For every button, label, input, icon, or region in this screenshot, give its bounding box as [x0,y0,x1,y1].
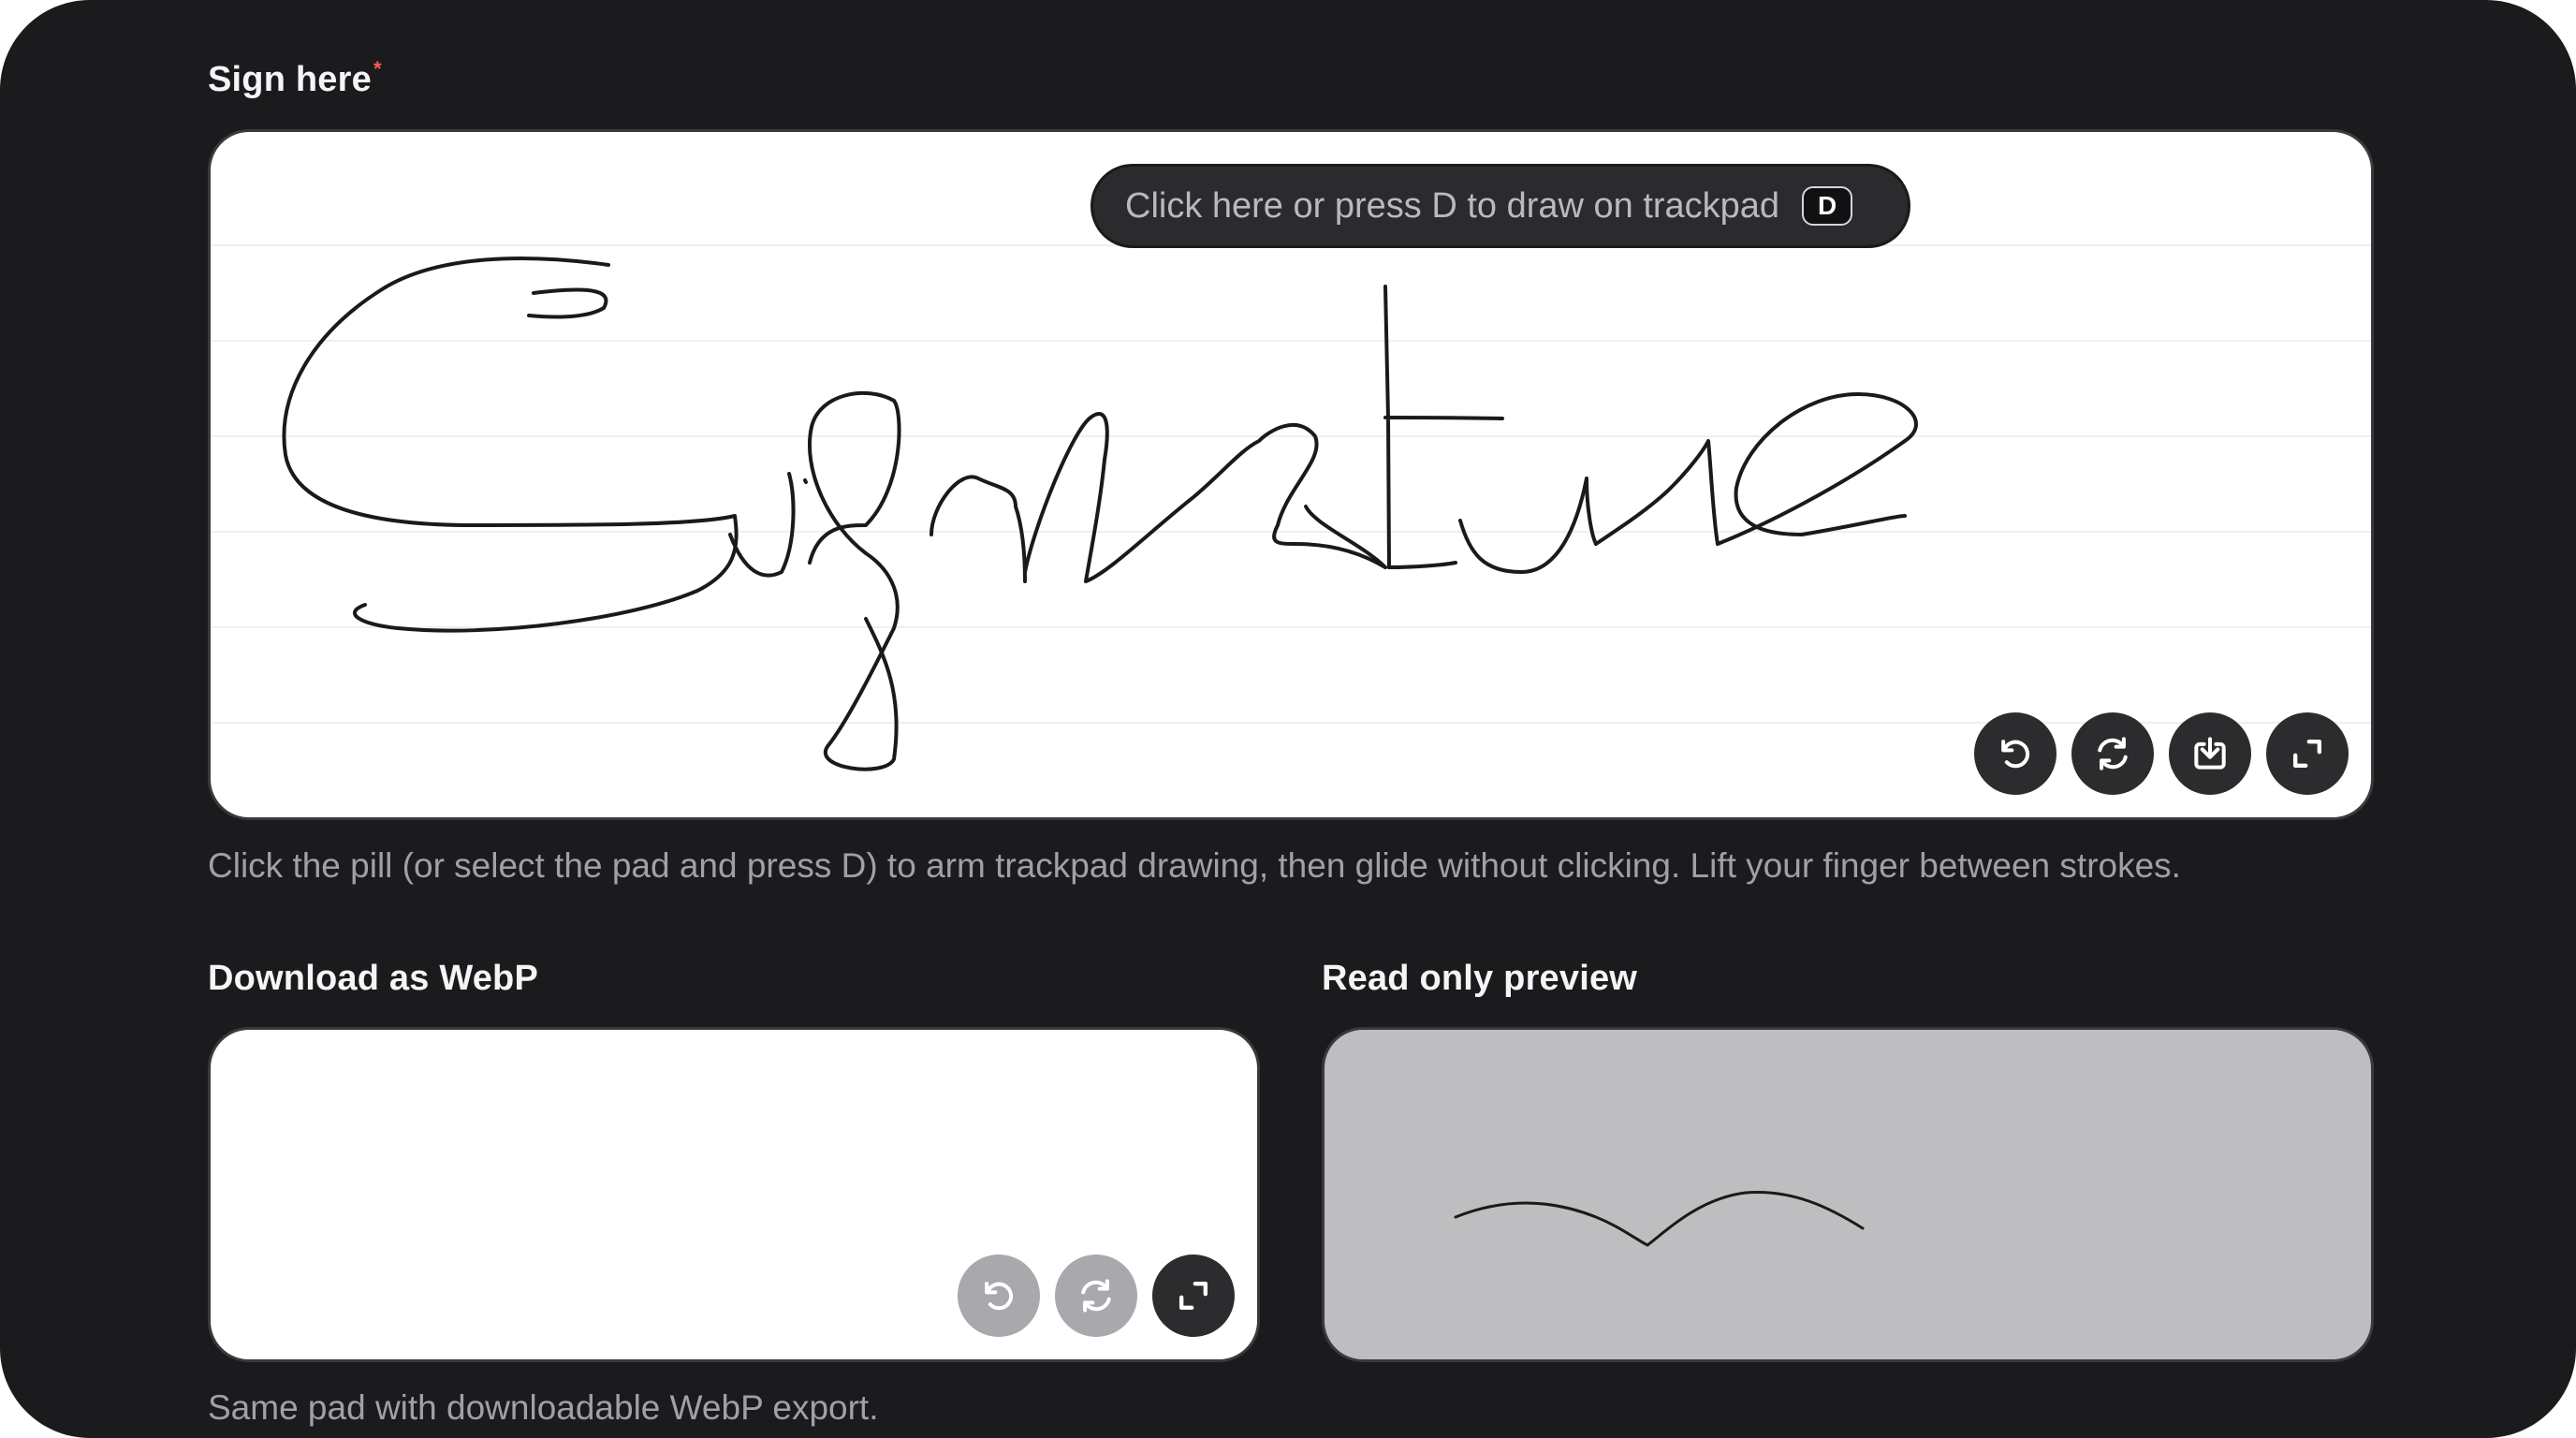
read-only-preview-label: Read only preview [1322,959,1638,998]
undo-button[interactable] [1974,712,2056,795]
app-window: Sign here* Click here or press D to draw… [0,0,2576,1438]
download-button[interactable] [2169,712,2251,795]
signature-helper-text: Click the pill (or select the pad and pr… [208,846,2181,885]
undo-icon [985,1282,1014,1311]
webp-helper-text: Same pad with downloadable WebP export. [208,1388,879,1427]
webp-undo-button[interactable] [958,1255,1040,1337]
clear-icon [2098,737,2128,770]
fullscreen-button[interactable] [2266,712,2349,795]
preview-signature-stroke [1454,1190,1865,1247]
sign-here-label-text: Sign here [208,60,372,99]
read-only-preview-pad [1322,1027,2374,1362]
webp-toolbar [958,1255,1235,1337]
keyboard-shortcut-badge: D [1802,186,1853,226]
clear-icon [1081,1279,1111,1313]
signature-pad[interactable]: Click here or press D to draw on trackpa… [208,129,2374,820]
fullscreen-icon [1178,1281,1208,1311]
clear-button[interactable] [2071,712,2154,795]
download-icon [2194,737,2226,770]
undo-icon [2001,740,2030,769]
pill-text: Click here or press D to draw on trackpa… [1125,185,1780,226]
webp-signature-pad[interactable] [208,1027,1260,1362]
trackpad-draw-pill[interactable]: Click here or press D to draw on trackpa… [1090,164,1910,248]
download-webp-label: Download as WebP [208,959,538,998]
sign-here-label: Sign here* [208,57,382,100]
webp-fullscreen-button[interactable] [1152,1255,1235,1337]
webp-clear-button[interactable] [1055,1255,1137,1337]
fullscreen-icon [2292,739,2322,769]
signature-toolbar [1974,712,2349,795]
required-marker: * [373,57,382,81]
